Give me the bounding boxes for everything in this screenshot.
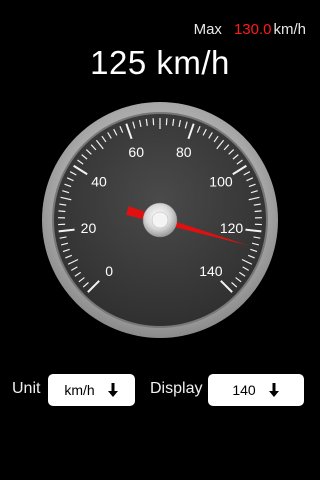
display-select[interactable]: 140 [208,374,304,406]
max-value: 130.0 [233,21,272,38]
gauge-tick-label: 140 [199,263,223,279]
gauge-tick-label: 20 [81,220,97,236]
max-unit: km/h [273,21,306,38]
current-speed-readout: 125 km/h [90,44,230,81]
arrow-down-icon [107,383,119,397]
display-select-value: 140 [232,382,256,398]
speedometer-gauge: 0 20 40 60 80 100 120 140 [42,102,278,338]
gauge-tick-label: 0 [105,263,113,279]
unit-select-value: km/h [64,382,95,398]
gauge-hub-center [151,211,169,229]
max-speed-row: Max 130.0 km/h [194,21,306,38]
unit-select[interactable]: km/h [48,374,135,406]
max-label: Max [193,21,222,38]
gauge-minor-tick [254,210,262,213]
gauge-tick-label: 100 [209,174,233,190]
gauge-tick-label: 120 [220,220,244,236]
arrow-down-icon [268,383,280,397]
display-label: Display [150,380,203,397]
gauge-tick-label: 40 [91,174,107,190]
gauge-tick-label: 60 [128,144,144,160]
gauge-minor-tick [58,210,66,213]
controls-bar: Unit km/h Display 140 [0,374,320,406]
gauge-tick-label: 80 [176,144,192,160]
unit-label: Unit [12,380,41,397]
